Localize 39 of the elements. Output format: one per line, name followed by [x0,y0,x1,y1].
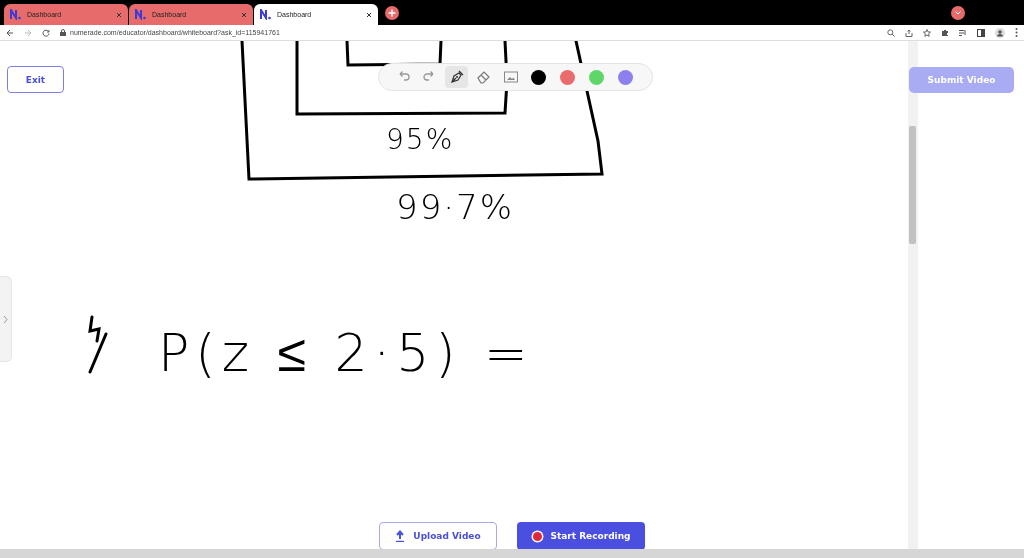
handwritten-note: 95% [386,123,455,156]
new-tab-button[interactable] [385,5,399,20]
image-icon [502,69,519,85]
record-icon [531,529,545,543]
tab-search-button[interactable] [951,5,965,20]
handwritten-note: P(z ≤ 2·5) = [158,323,534,383]
logo-icon [10,9,22,20]
sidebar-icon[interactable] [977,28,985,37]
chevron-right-icon [3,314,8,324]
logo-icon [260,9,272,20]
color-swatch[interactable] [560,69,575,85]
upload-video-button[interactable]: Upload Video [379,522,497,549]
exit-button[interactable]: Exit [7,66,64,93]
close-icon[interactable] [366,11,372,18]
color-swatch[interactable] [589,69,604,85]
vertical-scrollbar[interactable] [908,41,918,549]
pen-tool-button[interactable] [445,66,468,88]
horizontal-scrollbar[interactable] [0,549,1024,558]
playlist-icon[interactable] [959,28,967,37]
color-swatch[interactable] [531,69,546,85]
upload-icon [395,530,406,542]
puzzle-icon[interactable] [941,28,949,37]
pen-icon [448,69,465,85]
zoom-icon[interactable] [887,28,895,37]
star-icon[interactable] [923,28,931,37]
back-icon[interactable] [6,28,14,37]
start-recording-button[interactable]: Start Recording [517,522,645,549]
color-swatch[interactable] [618,69,633,85]
eraser-icon [475,69,492,85]
reload-icon[interactable] [42,28,50,37]
share-icon[interactable] [905,28,913,37]
chevron-down-icon [955,10,961,15]
more-icon[interactable] [1015,28,1018,37]
ink-mark-drawing [88,315,108,374]
lock-icon [60,29,66,36]
side-panel-handle[interactable] [0,276,12,362]
logo-icon [135,9,147,20]
profile-icon[interactable] [995,27,1005,38]
handwritten-note: 99·7% [396,187,514,227]
